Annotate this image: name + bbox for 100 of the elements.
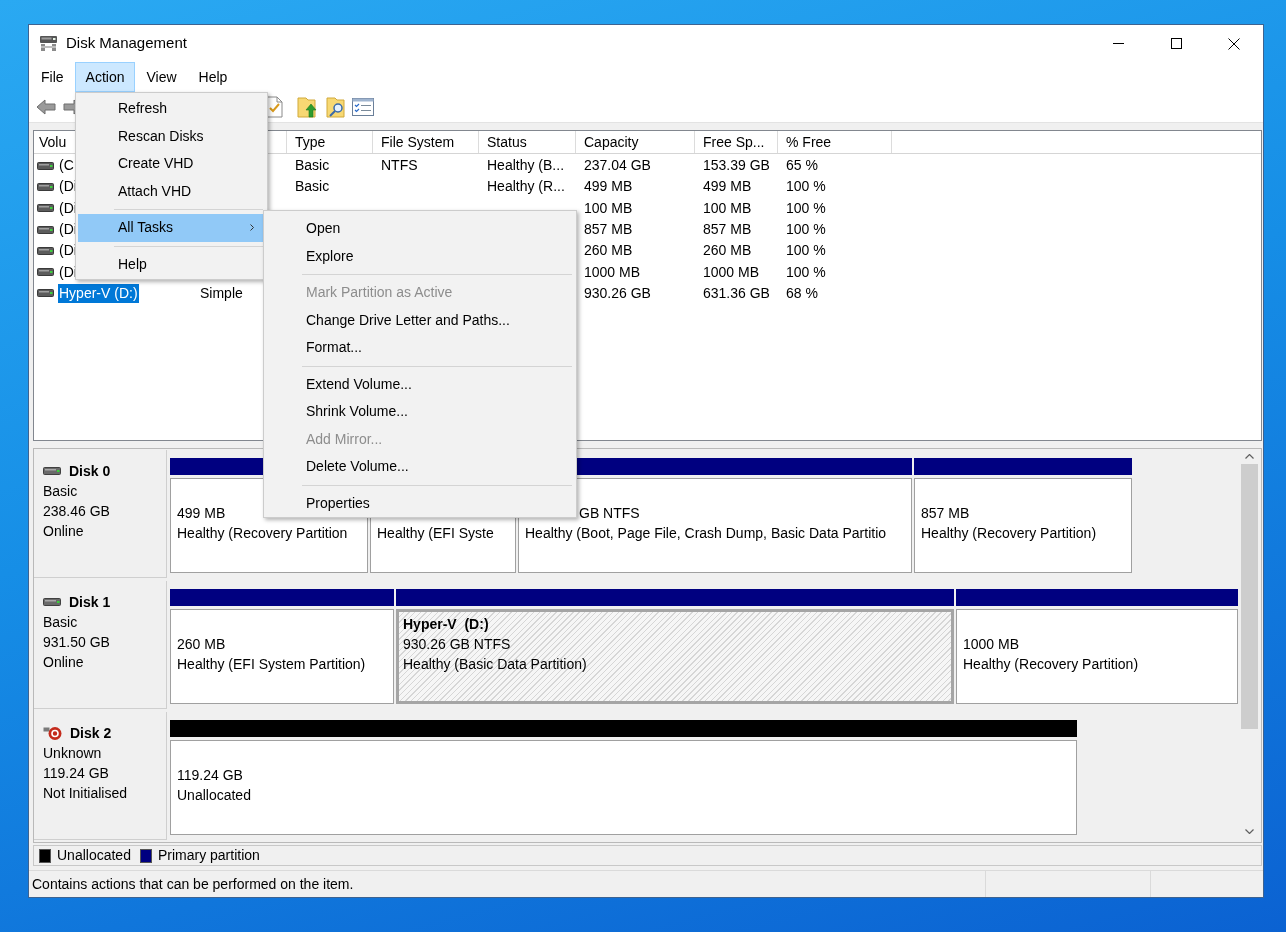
- table-cell-text: 100 MB: [584, 198, 633, 218]
- drive-icon: [37, 182, 54, 191]
- menu-item[interactable]: File: [30, 62, 75, 92]
- table-cell-text: Basic: [295, 156, 330, 176]
- table-cell-text: 499 MB: [584, 177, 633, 197]
- disk-size: 119.24 GB: [43, 763, 109, 783]
- table-cell-text: 1000 MB: [703, 262, 760, 282]
- partition-box[interactable]: 857 MB Healthy (Recovery Partition): [914, 478, 1132, 573]
- chevron-down-icon[interactable]: [1244, 829, 1254, 834]
- table-cell-text: 499 MB: [703, 177, 752, 197]
- table-cell-text: NTFS: [381, 156, 418, 176]
- table-cell-text: 100 %: [786, 262, 826, 282]
- partition-status: Healthy (Basic Data Partition): [403, 655, 587, 674]
- menu-item[interactable]: Refresh: [78, 95, 265, 123]
- menu-item[interactable]: Change Drive Letter and Paths...: [266, 306, 574, 334]
- chevron-right-icon: [250, 224, 254, 232]
- partition-size: 260 MB: [177, 635, 226, 654]
- disk-drive-icon: [39, 35, 58, 52]
- menu-item[interactable]: Rescan Disks: [78, 122, 265, 150]
- volume-name[interactable]: Hyper-V (D:): [58, 283, 139, 303]
- table-cell-text: 153.39 GB: [703, 156, 770, 176]
- partition-size: 1000 MB: [963, 635, 1020, 654]
- folder-up-arrow-icon[interactable]: [297, 96, 317, 118]
- menu-item[interactable]: All Tasks: [78, 214, 265, 242]
- disk-status: Not Initialised: [43, 783, 128, 803]
- menu-item[interactable]: Format...: [266, 334, 574, 362]
- table-cell-text: Simple: [200, 283, 243, 303]
- volume-label: Hyper-V (D:): [403, 615, 489, 634]
- menu-item[interactable]: Help: [187, 62, 239, 92]
- table-cell-text: 100 %: [786, 220, 826, 240]
- drive-icon: [37, 204, 54, 213]
- partition-status: Healthy (Recovery Partition: [177, 524, 348, 543]
- table-cell-text: 1000 MB: [584, 262, 641, 282]
- disk-type: Basic: [43, 481, 78, 501]
- checklist-icon[interactable]: [352, 98, 374, 116]
- column-header[interactable]: File System: [373, 131, 479, 153]
- disk-type: Basic: [43, 612, 78, 632]
- partition-size: 857 MB: [921, 504, 970, 523]
- menu-item[interactable]: Attach VHD: [78, 177, 265, 205]
- disk-name: Disk 2: [70, 723, 112, 743]
- partition-size: 119.24 GB: [177, 766, 243, 785]
- partition-box[interactable]: GB NTFS Healthy (Boot, Page File, Crash Dump, Basic Data Partitio: [518, 478, 912, 573]
- partition-status: Healthy (Recovery Partition): [963, 655, 1139, 674]
- left-arrow-icon[interactable]: [36, 99, 56, 115]
- maximize-icon: [1170, 38, 1182, 49]
- folder-magnifier-icon[interactable]: [326, 96, 346, 118]
- menu-item[interactable]: Explore: [266, 242, 574, 270]
- drive-icon: [43, 598, 61, 606]
- drive-icon: [37, 289, 54, 298]
- partition-box[interactable]: 1000 MB Healthy (Recovery Partition): [956, 609, 1238, 704]
- disk-size: 931.50 GB: [43, 632, 110, 652]
- drive-icon: [43, 467, 61, 475]
- partition-size: GB NTFS: [579, 504, 640, 523]
- menu-item[interactable]: Delete Volume...: [266, 453, 574, 481]
- partition-status: Healthy (EFI Syste: [377, 524, 494, 543]
- disk-status: Online: [43, 521, 84, 541]
- partition-size: 930.26 GB NTFS: [403, 635, 511, 654]
- volume-name[interactable]: (C: [58, 156, 75, 176]
- column-header[interactable]: Free Sp...: [695, 131, 778, 153]
- table-cell-text: 100 %: [786, 198, 826, 218]
- drive-icon: [37, 161, 54, 170]
- table-cell-text: 260 MB: [703, 241, 752, 261]
- close-icon: [1228, 37, 1240, 50]
- table-cell-text: Healthy (B...: [487, 156, 565, 176]
- partition-box[interactable]: 260 MB Healthy (EFI System Partition): [170, 609, 394, 704]
- column-header[interactable]: Type: [287, 131, 373, 153]
- menu-item[interactable]: Shrink Volume...: [266, 398, 574, 426]
- table-cell-text: Healthy (R...: [487, 177, 565, 197]
- minimize-icon: [1112, 43, 1124, 44]
- menu-item[interactable]: Create VHD: [78, 150, 265, 178]
- chevron-up-icon[interactable]: [1244, 454, 1254, 459]
- disk-name: Disk 0: [69, 461, 111, 481]
- disk-status: Online: [43, 652, 84, 672]
- table-cell-text: 631.36 GB: [703, 283, 770, 303]
- partition-status: Healthy (Boot, Page File, Crash Dump, Basic Data Partitio: [525, 524, 887, 543]
- table-cell-text: 100 MB: [703, 198, 752, 218]
- column-header[interactable]: Capacity: [576, 131, 695, 153]
- partition-size: 499 MB: [177, 504, 226, 523]
- disk-size: 238.46 GB: [43, 501, 110, 521]
- legend-label: Primary partition: [157, 846, 260, 865]
- scrollbar-thumb[interactable]: [1240, 464, 1258, 729]
- column-header[interactable]: Status: [479, 131, 576, 153]
- menu-item[interactable]: Help: [78, 250, 265, 278]
- partition-status: Healthy (Recovery Partition): [921, 524, 1097, 543]
- menu-item[interactable]: Action: [74, 62, 136, 92]
- menu-item[interactable]: View: [135, 62, 188, 92]
- partition-box[interactable]: Hyper-V (D:) 930.26 GB NTFS Healthy (Basic Data Partition): [396, 609, 954, 704]
- legend-label: Unallocated: [57, 846, 131, 865]
- partition-box[interactable]: 119.24 GB Unallocated: [170, 740, 1077, 835]
- table-cell-text: 65 %: [786, 156, 818, 176]
- column-header[interactable]: % Free: [778, 131, 892, 153]
- menu-item[interactable]: Open: [266, 215, 574, 243]
- disk-name: Disk 1: [69, 592, 111, 612]
- table-cell-text: 100 %: [786, 177, 826, 197]
- disk-type: Unknown: [43, 743, 102, 763]
- partition-status: Healthy (EFI System Partition): [177, 655, 366, 674]
- drive-error-icon: [43, 725, 62, 741]
- window-title: Disk Management: [66, 33, 187, 54]
- menu-item[interactable]: Extend Volume...: [266, 370, 574, 398]
- table-cell-text: 930.26 GB: [584, 283, 651, 303]
